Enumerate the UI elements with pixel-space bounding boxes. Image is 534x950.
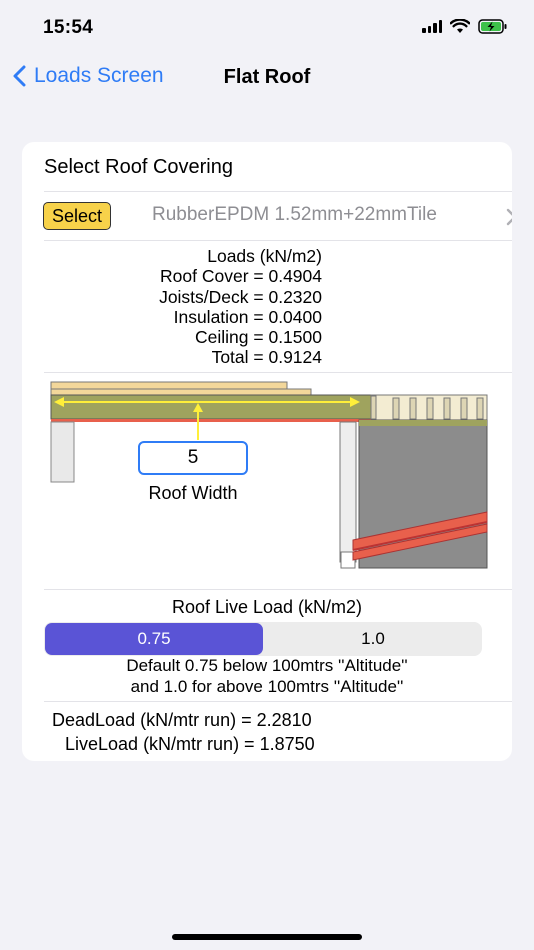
wifi-icon: [450, 19, 470, 33]
divider: [44, 701, 512, 702]
divider: [44, 240, 512, 241]
joists-deck-load: Joists/Deck = 0.2320: [159, 286, 322, 307]
status-time: 15:54: [43, 17, 94, 38]
loads-summary: Loads (kN/m2) Roof Cover = 0.4904 Joists…: [22, 246, 322, 368]
chevron-right-icon: [506, 208, 512, 226]
select-button[interactable]: Select: [43, 202, 111, 230]
roof-covering-header: Select Roof Covering: [44, 156, 233, 178]
total-load: Total = 0.9124: [211, 347, 322, 368]
live-load-segmented-control[interactable]: 0.75 1.0: [44, 622, 482, 656]
battery-charging-icon: [478, 19, 507, 34]
roof-cover-load: Roof Cover = 0.4904: [160, 266, 322, 287]
navigation-bar: Loads Screen Flat Roof: [0, 56, 534, 102]
dead-load-result: DeadLoad (kN/mtr run) = 2.2810: [52, 710, 312, 730]
live-load-note-line1: Default 0.75 below 100mtrs ''Altitude'': [126, 656, 408, 675]
live-load-option-10[interactable]: 1.0: [264, 622, 482, 656]
live-load-title: Roof Live Load (kN/m2): [171, 597, 363, 617]
roof-width-input[interactable]: 5: [138, 441, 248, 475]
live-load-result: LiveLoad (kN/mtr run) = 1.8750: [65, 734, 315, 754]
status-bar: 15:54: [0, 0, 534, 56]
live-load-option-075[interactable]: 0.75: [45, 623, 263, 655]
roof-covering-value[interactable]: RubberEPDM 1.52mm+22mmTile: [152, 204, 437, 226]
roof-width-label: Roof Width: [148, 483, 238, 503]
flat-roof-card: Select Roof Covering Select RubberEPDM 1…: [22, 142, 512, 761]
live-load-note-line2: and 1.0 for above 100mtrs ''Altitude'': [130, 676, 404, 696]
loads-title: Loads (kN/m2): [207, 246, 322, 266]
live-load-note: Default 0.75 below 100mtrs ''Altitude'' …: [22, 656, 512, 697]
cellular-signal-icon: [422, 20, 442, 33]
divider: [44, 372, 512, 373]
divider: [44, 191, 512, 192]
results: DeadLoad (kN/mtr run) = 2.2810 LiveLoad …: [52, 708, 315, 756]
page-title: Flat Roof: [223, 66, 311, 88]
home-indicator[interactable]: [172, 934, 362, 940]
roof-section-diagram: [50, 381, 488, 569]
status-icons: [422, 19, 508, 34]
insulation-load: Insulation = 0.0400: [173, 306, 322, 327]
ceiling-load: Ceiling = 0.1500: [195, 327, 322, 348]
divider: [44, 589, 512, 590]
